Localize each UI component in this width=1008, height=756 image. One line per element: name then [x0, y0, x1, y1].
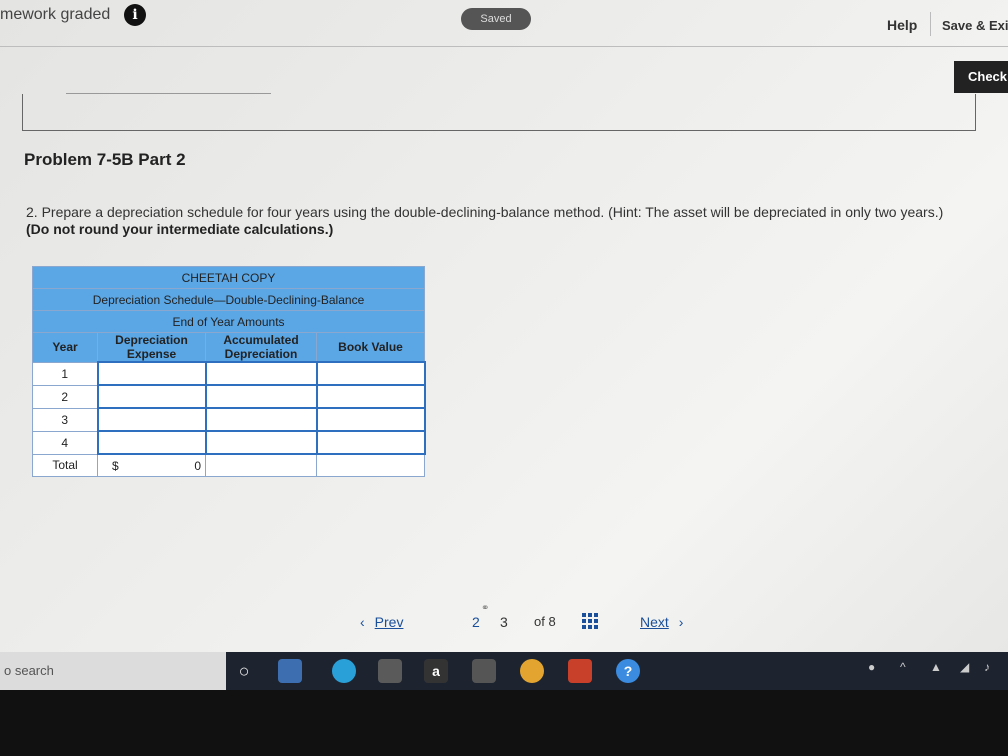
book-value-input-year-4[interactable]	[315, 430, 426, 455]
col-header-book-value: Book Value	[316, 332, 425, 363]
accum-dep-input-year-2[interactable]	[204, 384, 318, 409]
schedule-subtitle: End of Year Amounts	[32, 310, 425, 333]
taskbar-search-input[interactable]: o search	[0, 652, 226, 690]
accum-dep-input-year-3[interactable]	[204, 407, 318, 432]
table-row: 4	[32, 430, 426, 455]
year-cell: 1	[32, 361, 98, 386]
page-2-button[interactable]: 2	[472, 614, 480, 630]
problem-title: Problem 7-5B Part 2	[24, 150, 186, 169]
col-header-year: Year	[32, 332, 98, 363]
app-icon[interactable]	[472, 659, 496, 683]
saved-status-badge: Saved	[461, 8, 531, 30]
help-app-icon[interactable]: ?	[616, 659, 640, 683]
table-row: 1	[32, 361, 426, 386]
edge-browser-icon[interactable]	[332, 659, 356, 683]
chrome-icon[interactable]	[520, 659, 544, 683]
prev-label: Prev	[374, 614, 404, 630]
table-row: 3	[32, 407, 426, 432]
task-view-icon[interactable]	[278, 659, 302, 683]
top-bar: mework graded i Saved Help Save & Exit	[0, 0, 1008, 47]
dep-expense-input-year-2[interactable]	[96, 384, 207, 409]
tray-chevron-up-icon[interactable]: ^	[900, 660, 906, 674]
next-label: Next	[640, 614, 669, 630]
total-row: Total $ 0	[32, 453, 425, 477]
browser-viewport: mework graded i Saved Help Save & Exit C…	[0, 0, 1008, 690]
instruction-text: 2. Prepare a depreciation schedule for f…	[26, 204, 944, 220]
total-currency: $	[112, 458, 119, 473]
total-book-blank	[316, 453, 425, 477]
problem-instructions: 2. Prepare a depreciation schedule for f…	[26, 204, 966, 238]
grid-view-icon[interactable]	[582, 613, 598, 629]
info-icon[interactable]: i	[124, 4, 146, 26]
year-cell: 4	[32, 430, 98, 455]
help-button[interactable]: Help	[887, 17, 917, 33]
dep-expense-input-year-3[interactable]	[96, 407, 207, 432]
col-header-dep-expense: Depreciation Expense	[97, 332, 206, 363]
book-value-input-year-3[interactable]	[315, 407, 426, 432]
header-divider	[930, 12, 931, 36]
depreciation-schedule-table: CHEETAH COPY Depreciation Schedule—Doubl…	[32, 266, 426, 477]
year-cell: 3	[32, 407, 98, 432]
save-exit-button[interactable]: Save & Exit	[942, 18, 1008, 33]
col-header-accum-dep: Accumulated Depreciation	[205, 332, 317, 363]
total-label: Total	[32, 453, 98, 477]
check-button[interactable]: Check	[954, 61, 1008, 93]
app-title: mework graded	[0, 6, 111, 23]
amazon-icon[interactable]: a	[424, 659, 448, 683]
answer-area	[22, 94, 976, 131]
year-cell: 2	[32, 384, 98, 409]
total-accum-blank	[205, 453, 317, 477]
accum-dep-input-year-1[interactable]	[204, 361, 318, 386]
prev-button[interactable]: ‹ Prev	[360, 614, 403, 630]
cortana-icon[interactable]: ○	[232, 659, 256, 683]
app-icon-2[interactable]	[568, 659, 592, 683]
link-icon: ⚭	[481, 603, 490, 614]
book-value-input-year-1[interactable]	[315, 361, 426, 386]
schedule-title: Depreciation Schedule—Double-Declining-B…	[32, 288, 425, 311]
tray-wifi-icon[interactable]: ◢	[960, 660, 969, 674]
total-value: 0	[194, 458, 201, 473]
total-dep-expense: $ 0	[97, 453, 206, 477]
dep-expense-input-year-1[interactable]	[96, 361, 207, 386]
tray-volume-icon[interactable]: ♪	[984, 660, 990, 674]
accum-dep-input-year-4[interactable]	[204, 430, 318, 455]
answer-underline	[66, 93, 271, 94]
page-3-button[interactable]: 3	[500, 614, 508, 630]
tray-help-icon[interactable]: ●	[868, 660, 875, 674]
company-name: CHEETAH COPY	[32, 266, 425, 289]
book-value-input-year-2[interactable]	[315, 384, 426, 409]
dep-expense-input-year-4[interactable]	[96, 430, 207, 455]
store-icon[interactable]	[378, 659, 402, 683]
next-button[interactable]: Next ›	[640, 614, 683, 630]
table-row: 2	[32, 384, 426, 409]
page-count: of 8	[534, 614, 556, 629]
tray-network-icon[interactable]: ▲	[930, 660, 942, 674]
instruction-bold-note: (Do not round your intermediate calculat…	[26, 221, 334, 237]
laptop-bezel	[0, 690, 1008, 756]
